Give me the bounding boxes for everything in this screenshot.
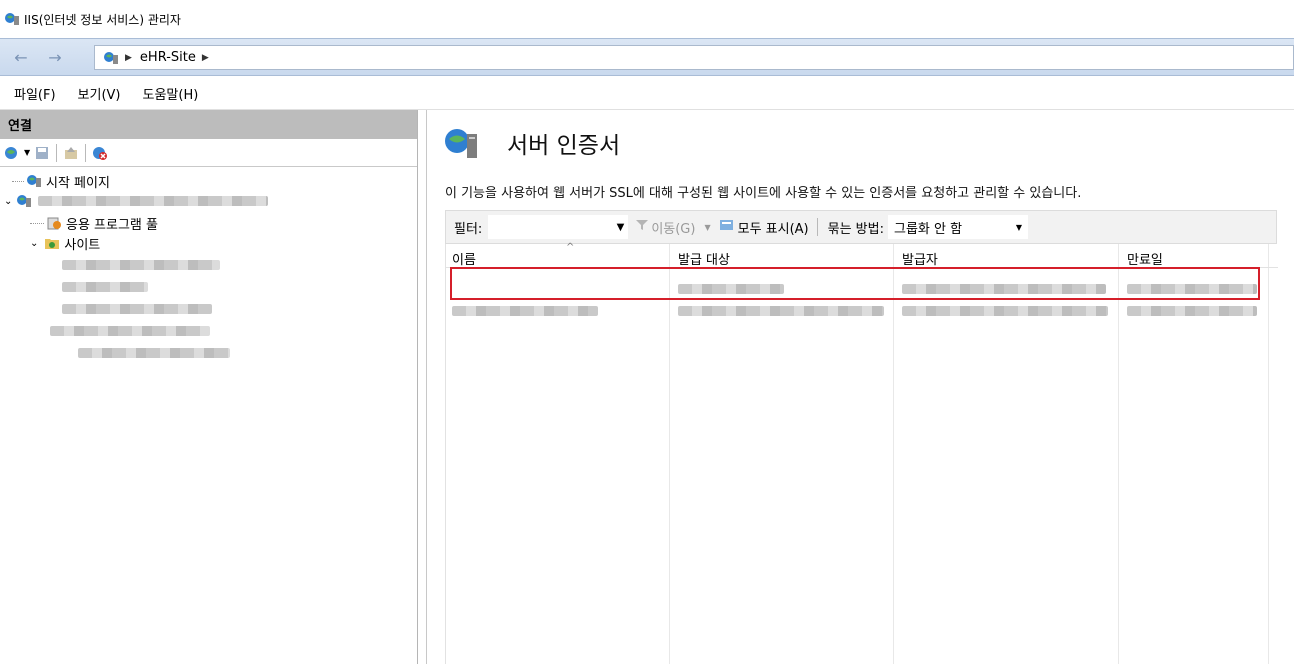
window-title: IIS(인터넷 정보 서비스) 관리자 <box>24 12 181 27</box>
tree-item-label: 사이트 <box>64 237 101 253</box>
menu-help[interactable]: 도움말(H) <box>143 84 199 103</box>
highlight-annotation <box>450 267 1260 300</box>
sort-ascending-icon: ^ <box>566 242 575 253</box>
save-icon[interactable] <box>34 145 50 161</box>
start-page-icon <box>26 173 42 189</box>
chevron-down-icon[interactable]: ⌄ <box>4 196 12 207</box>
list-header: 이름 ^ 발급 대상 발급자 만료일 <box>446 242 1278 268</box>
tree-item-start-page[interactable]: 시작 페이지 <box>12 171 110 191</box>
breadcrumb-item-site[interactable]: eHR-Site <box>140 50 196 65</box>
server-certificates-icon <box>443 124 481 166</box>
dropdown-arrow-icon[interactable]: ▼ <box>24 148 30 157</box>
breadcrumb-separator-icon[interactable]: ▶ <box>125 53 132 63</box>
show-all-label: 모두 표시(A) <box>737 221 809 237</box>
column-header-expiration[interactable]: 만료일 <box>1127 249 1163 268</box>
tree-item-label: 응용 프로그램 풀 <box>66 217 158 233</box>
server-globe-icon <box>103 50 119 66</box>
column-header-issued-by[interactable]: 발급자 <box>902 249 938 268</box>
server-icon <box>16 193 32 209</box>
tree-item-site[interactable] <box>78 343 230 363</box>
tree-item-app-pools[interactable]: 응용 프로그램 풀 <box>30 213 158 233</box>
go-button[interactable]: 이동(G) ▼ <box>636 218 711 237</box>
chevron-down-icon[interactable]: ⌄ <box>30 238 38 249</box>
redacted-server-name <box>38 196 269 206</box>
tree-item-label: 시작 페이지 <box>46 175 110 191</box>
chevron-down-icon: ▼ <box>704 222 711 232</box>
certificate-list: 이름 ^ 발급 대상 발급자 만료일 <box>445 242 1278 664</box>
tree-item-site[interactable] <box>62 277 148 297</box>
filter-input[interactable]: ▼ <box>488 215 629 239</box>
column-header-name[interactable]: 이름 <box>452 249 476 268</box>
redacted-site-name <box>62 260 220 270</box>
group-by-select[interactable]: 그룹화 안 함 ▼ <box>887 215 1028 239</box>
connections-header: 연결 <box>0 110 417 139</box>
redacted-expiration <box>1127 306 1257 316</box>
redacted-site-name <box>78 348 230 358</box>
group-by-value: 그룹화 안 함 <box>893 221 963 237</box>
toolbar-divider <box>85 143 87 162</box>
redacted-issued-by <box>902 306 1108 316</box>
show-all-icon <box>719 217 735 237</box>
funnel-icon <box>636 219 649 235</box>
forward-button[interactable]: → <box>40 44 70 70</box>
up-level-icon[interactable] <box>63 145 79 161</box>
tree-item-site[interactable] <box>62 299 212 319</box>
redacted-name <box>452 306 598 316</box>
page-title: 서버 인증서 <box>507 133 621 159</box>
tree-item-sites[interactable]: ⌄ 사이트 <box>30 233 100 253</box>
address-bar: ← → ▶ eHR-Site ▶ <box>0 38 1294 76</box>
connect-globe-icon[interactable] <box>4 145 20 161</box>
redacted-issued-to <box>678 306 884 316</box>
redacted-site-name <box>62 282 148 292</box>
redacted-site-name <box>62 304 212 314</box>
connections-pane: 연결 ▼ 시작 페이지 ⌄ 응용 프로그램 풀 ⌄ 사이트 <box>0 110 418 664</box>
app-pool-icon <box>46 215 62 231</box>
redacted-site-name <box>50 326 210 336</box>
connections-toolbar: ▼ <box>0 139 417 167</box>
chevron-down-icon[interactable]: ▼ <box>617 222 625 233</box>
group-by-label: 묶는 방법: <box>827 221 884 237</box>
disconnect-icon[interactable] <box>92 145 108 161</box>
toolbar-divider <box>56 143 58 162</box>
menu-view[interactable]: 보기(V) <box>78 84 121 103</box>
title-bar: IIS(인터넷 정보 서비스) 관리자 <box>0 0 1294 38</box>
feature-pane: 서버 인증서 이 기능을 사용하여 웹 서버가 SSL에 대해 구성된 웹 사이… <box>426 110 1294 664</box>
tree-item-server[interactable]: ⌄ <box>4 191 269 211</box>
filter-label: 필터: <box>454 221 483 237</box>
menu-bar: 파일(F) 보기(V) 도움말(H) <box>0 77 1294 110</box>
show-all-button[interactable]: 모두 표시(A) <box>719 217 809 237</box>
go-label: 이동(G) <box>651 221 696 237</box>
iis-app-icon <box>4 11 20 27</box>
back-button[interactable]: ← <box>6 44 36 70</box>
column-header-issued-to[interactable]: 발급 대상 <box>678 249 730 268</box>
menu-file[interactable]: 파일(F) <box>14 84 56 103</box>
forward-arrow-icon: → <box>48 47 62 67</box>
toolbar-divider <box>816 218 818 236</box>
table-row[interactable] <box>446 300 1278 322</box>
chevron-down-icon: ▼ <box>1015 222 1022 232</box>
filter-toolbar: 필터: ▼ 이동(G) ▼ 모두 표시(A) 묶는 방법: 그룹화 안 함 ▼ <box>445 210 1277 244</box>
tree-item-site[interactable] <box>50 321 210 341</box>
address-breadcrumb[interactable]: ▶ eHR-Site ▶ <box>94 45 1294 70</box>
sites-folder-icon <box>44 235 60 251</box>
back-arrow-icon: ← <box>14 47 28 67</box>
tree-item-site[interactable] <box>62 255 220 275</box>
breadcrumb-separator-icon[interactable]: ▶ <box>202 53 209 63</box>
page-description: 이 기능을 사용하여 웹 서버가 SSL에 대해 구성된 웹 사이트에 사용할 … <box>445 186 1082 201</box>
